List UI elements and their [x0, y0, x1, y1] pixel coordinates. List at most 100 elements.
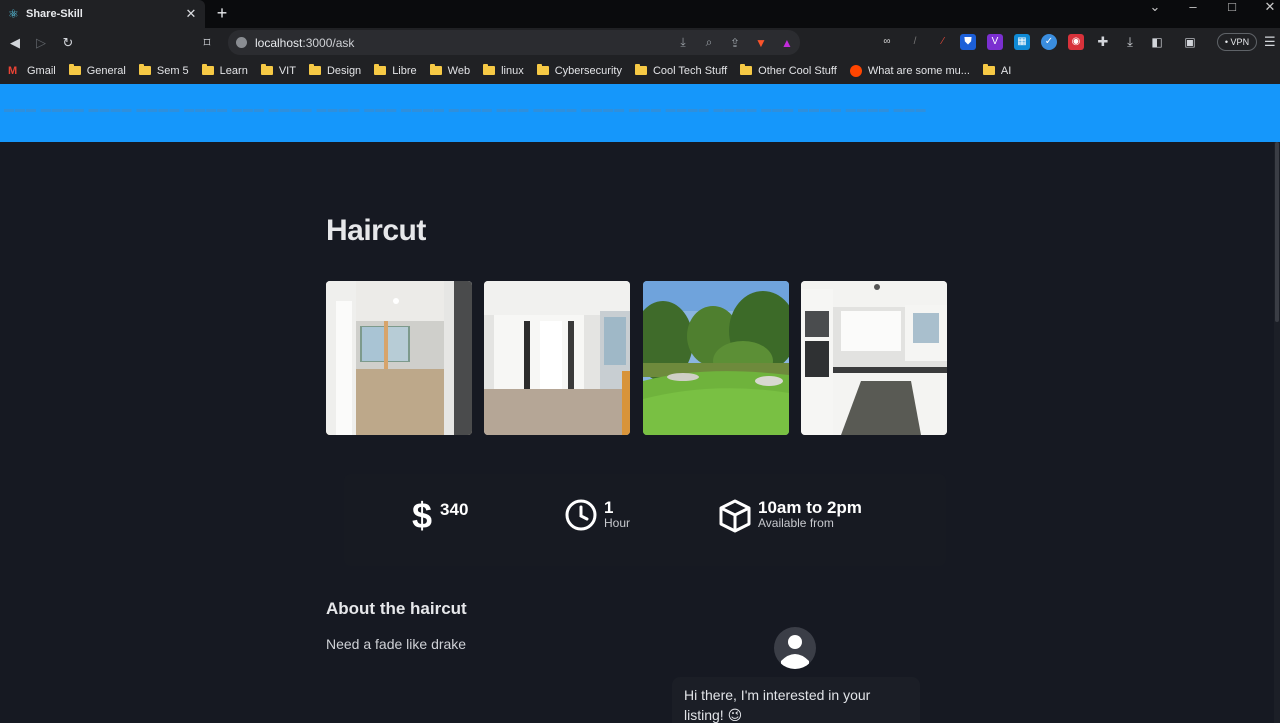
- bookmark-label: Learn: [219, 64, 248, 77]
- photo-gallery: [326, 281, 948, 435]
- chat-panel: Hi there, I'm interested in your listing…: [648, 609, 948, 723]
- listing-stats: $ 340 1 Hour 10am to 2pm Available from: [344, 474, 946, 566]
- scrollbar-thumb[interactable]: [1275, 142, 1279, 322]
- price-stat: $ 340: [412, 498, 468, 534]
- bookmarks-bar: M Gmail General Sem 5 Learn VIT Design Libre Web…: [0, 57, 1280, 84]
- listing-title: Haircut: [326, 214, 426, 247]
- availability-value: 10am to 2pm: [758, 498, 862, 517]
- menu-icon[interactable]: ☰: [1264, 34, 1276, 50]
- folder-icon: [740, 64, 753, 75]
- bookmark-item[interactable]: M Gmail: [8, 65, 56, 77]
- listing-photo[interactable]: [326, 281, 472, 435]
- banner-decoration: ▬▬▬ ▬▬▬▬ ▬▬▬▬ ▬▬▬▬ ▬▬▬▬ ▬▬▬ ▬▬▬▬ ▬▬▬▬ ▬▬…: [4, 104, 927, 115]
- folder-icon: [374, 64, 387, 75]
- maximize-icon[interactable]: □: [1222, 0, 1242, 14]
- top-banner: ▬▬▬ ▬▬▬▬ ▬▬▬▬ ▬▬▬▬ ▬▬▬▬ ▬▬▬ ▬▬▬▬ ▬▬▬▬ ▬▬…: [0, 84, 1280, 142]
- vpn-button[interactable]: • VPN: [1217, 33, 1257, 51]
- bookmark-label: Other Cool Stuff: [758, 64, 837, 77]
- bookmark-item[interactable]: Libre: [374, 64, 417, 77]
- bookmark-label: Cool Tech Stuff: [652, 64, 728, 77]
- extension-icon[interactable]: ◉: [1068, 34, 1084, 50]
- bitwarden-icon[interactable]: ⛊: [960, 34, 976, 50]
- chat-message: Hi there, I'm interested in your listing…: [672, 677, 920, 723]
- browser-toolbar: ◀ ▷ ↻ ⌑ localhost:3000/ask ⤓ ⌕ ⇪ ▼ ▲ ∞ /…: [0, 28, 1280, 57]
- extension-icon[interactable]: ⁄: [935, 34, 951, 50]
- reddit-icon: [849, 64, 862, 77]
- folder-icon: [260, 64, 273, 75]
- extension-icon[interactable]: ▦: [1014, 34, 1030, 50]
- bookmark-item[interactable]: Cybersecurity: [536, 64, 622, 77]
- availability-label: Available from: [758, 516, 834, 530]
- bookmark-icon[interactable]: ⌑: [198, 34, 216, 52]
- bookmark-item[interactable]: AI: [982, 64, 1012, 77]
- bookmark-label: Gmail: [27, 64, 56, 77]
- folder-icon: [201, 64, 214, 75]
- bookmark-item[interactable]: General: [68, 64, 126, 77]
- extension-icon[interactable]: V: [987, 34, 1003, 50]
- forward-icon[interactable]: ▷: [32, 34, 50, 52]
- bookmark-label: Cybersecurity: [554, 64, 622, 77]
- url-text[interactable]: localhost:3000/ask: [255, 36, 670, 50]
- reload-icon[interactable]: ↻: [59, 34, 77, 52]
- glasses-extension-icon[interactable]: ∞: [879, 34, 895, 50]
- close-window-icon[interactable]: ✕: [1260, 0, 1280, 14]
- folder-icon: [429, 64, 442, 75]
- share-icon[interactable]: ⇪: [722, 36, 748, 50]
- bookmark-label: VIT: [278, 64, 296, 77]
- tab-title: Share-Skill: [26, 8, 83, 20]
- listing-photo[interactable]: [643, 281, 789, 435]
- new-tab-button[interactable]: +: [212, 3, 232, 23]
- folder-icon: [982, 64, 995, 75]
- listing-photo[interactable]: [801, 281, 947, 435]
- bookmark-item[interactable]: linux: [483, 64, 524, 77]
- extension-icon[interactable]: ✓: [1041, 34, 1057, 50]
- page-scrollbar[interactable]: [1274, 142, 1280, 723]
- dollar-icon: $: [412, 495, 433, 536]
- about-heading: About the haircut: [326, 599, 467, 618]
- wallet-icon[interactable]: ▣: [1182, 34, 1198, 50]
- clock-icon: [564, 498, 598, 537]
- folder-icon: [483, 64, 496, 75]
- site-info-icon[interactable]: [236, 37, 247, 48]
- cube-icon: [718, 498, 752, 539]
- bookmark-item[interactable]: Sem 5: [138, 64, 189, 77]
- bookmark-item[interactable]: Learn: [201, 64, 248, 77]
- brave-shield-icon[interactable]: ▼: [748, 36, 774, 50]
- zoom-icon[interactable]: ⌕: [696, 35, 722, 50]
- bookmark-item[interactable]: VIT: [260, 64, 296, 77]
- bookmark-label: linux: [501, 64, 524, 77]
- brave-rewards-icon[interactable]: ▲: [774, 36, 800, 50]
- bookmark-label: Design: [326, 64, 362, 77]
- folder-icon: [138, 64, 151, 75]
- install-icon[interactable]: ⤓: [670, 35, 696, 50]
- bookmark-label: Sem 5: [156, 64, 189, 77]
- duration-value: 1: [604, 498, 614, 517]
- bookmark-item[interactable]: Other Cool Stuff: [740, 64, 837, 77]
- back-icon[interactable]: ◀: [6, 34, 24, 52]
- availability-stat: 10am to 2pm Available from: [718, 498, 862, 539]
- folder-icon: [536, 64, 549, 75]
- listing-photo[interactable]: [484, 281, 630, 435]
- folder-icon: [308, 64, 321, 75]
- bookmark-item[interactable]: Cool Tech Stuff: [634, 64, 728, 77]
- minimize-icon[interactable]: –: [1183, 0, 1203, 14]
- browser-tab[interactable]: ⚛ Share-Skill ✕: [0, 0, 205, 28]
- about-description: Need a fade like drake: [326, 636, 467, 652]
- folder-icon: [634, 64, 647, 75]
- user-avatar-icon: [774, 627, 816, 669]
- react-icon: ⚛: [8, 7, 19, 21]
- duration-stat: 1 Hour: [564, 498, 630, 537]
- tab-close-icon[interactable]: ✕: [183, 6, 199, 22]
- extensions-puzzle-icon[interactable]: ✚: [1095, 34, 1111, 50]
- bookmark-label: AI: [1000, 64, 1012, 77]
- sidebar-icon[interactable]: ◧: [1149, 34, 1165, 50]
- bookmark-label: Libre: [392, 64, 417, 77]
- folder-icon: [68, 64, 81, 75]
- bookmark-item[interactable]: What are some mu...: [849, 64, 970, 77]
- bookmark-item[interactable]: Design: [308, 64, 362, 77]
- address-bar[interactable]: localhost:3000/ask ⤓ ⌕ ⇪ ▼ ▲: [228, 30, 800, 55]
- extension-icon[interactable]: /: [907, 34, 923, 50]
- downloads-icon[interactable]: ⤓: [1122, 34, 1138, 50]
- tab-search-icon[interactable]: ⌄: [1145, 0, 1165, 14]
- bookmark-item[interactable]: Web: [429, 64, 470, 77]
